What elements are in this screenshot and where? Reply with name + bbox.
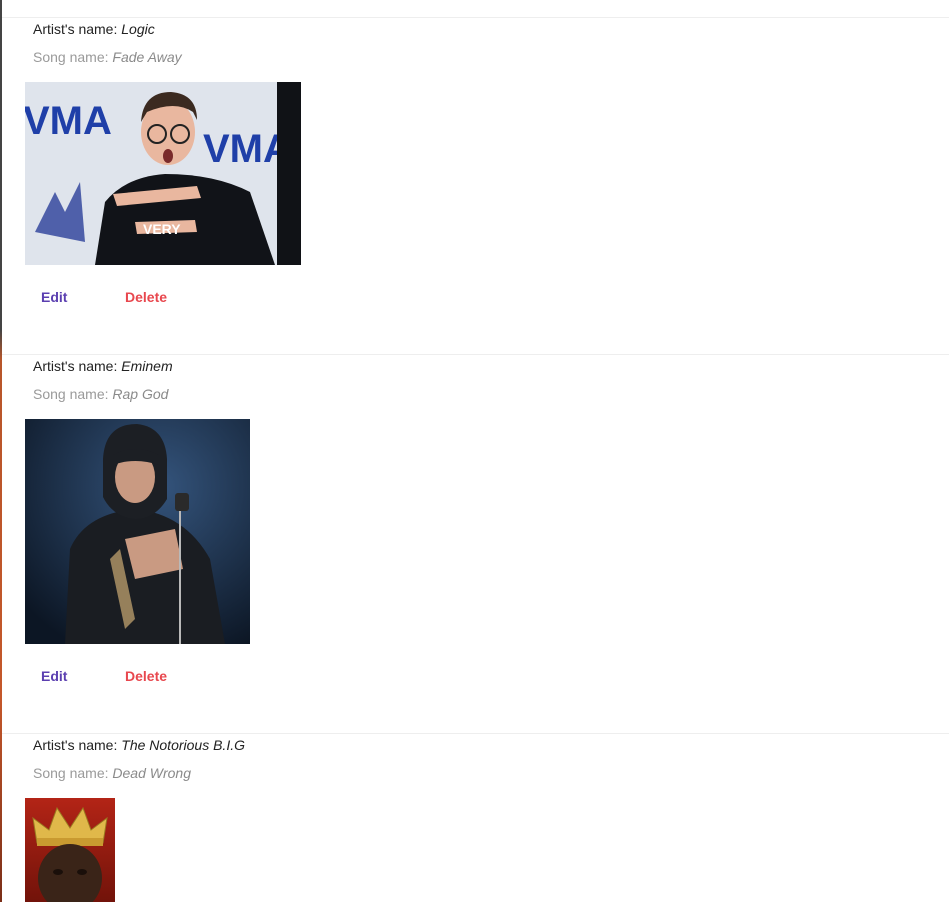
artist-label: Artist's name: [33, 21, 118, 37]
edit-button[interactable]: Edit [41, 289, 67, 305]
song-list-page: Artist's name: Logic Song name: Fade Awa… [0, 0, 949, 902]
artist-name: Logic [121, 21, 155, 37]
song-line: Song name: Rap God [33, 385, 168, 403]
artist-label: Artist's name: [33, 358, 118, 374]
artist-line: Artist's name: The Notorious B.I.G [33, 736, 245, 754]
edit-button[interactable]: Edit [41, 668, 67, 684]
song-name: Fade Away [112, 49, 182, 65]
artist-line: Artist's name: Eminem [33, 357, 173, 375]
artist-name: Eminem [121, 358, 173, 374]
song-name: Rap God [112, 386, 169, 402]
artist-line: Artist's name: Logic [33, 20, 155, 38]
song-label: Song name: [33, 765, 109, 781]
svg-text:VERY: VERY [143, 221, 181, 237]
song-card: Artist's name: Logic Song name: Fade Awa… [2, 17, 949, 354]
vma-logo-text: VMA [25, 99, 112, 143]
artist-photo [25, 798, 115, 902]
song-name: Dead Wrong [112, 765, 191, 781]
delete-button[interactable]: Delete [125, 289, 167, 305]
delete-button[interactable]: Delete [125, 668, 167, 684]
song-card: Artist's name: Eminem Song name: Rap God [2, 354, 949, 733]
song-label: Song name: [33, 386, 109, 402]
song-line: Song name: Dead Wrong [33, 764, 191, 782]
song-card: Artist's name: The Notorious B.I.G Song … [2, 733, 949, 902]
song-label: Song name: [33, 49, 109, 65]
song-line: Song name: Fade Away [33, 48, 182, 66]
artist-photo [25, 419, 250, 644]
artist-label: Artist's name: [33, 737, 118, 753]
artist-name: The Notorious B.I.G [121, 737, 245, 753]
artist-photo: VMA VMA VERY [25, 82, 301, 265]
